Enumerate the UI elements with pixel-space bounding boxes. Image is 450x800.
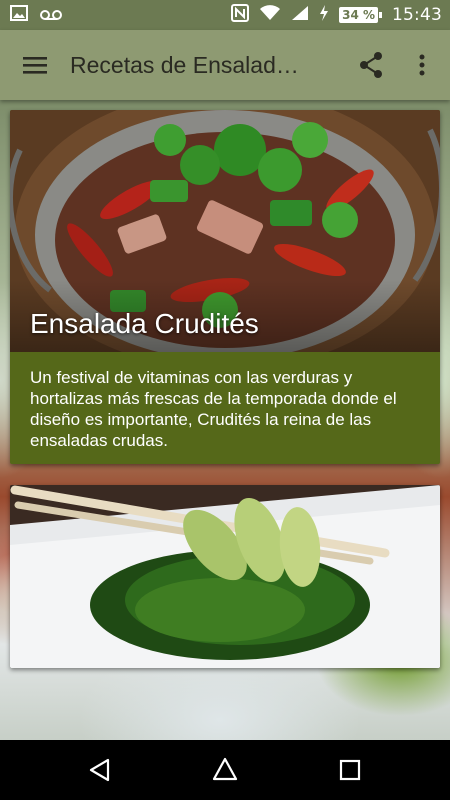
wifi-icon	[259, 5, 281, 25]
recents-icon[interactable]	[320, 740, 380, 800]
charging-icon	[319, 5, 329, 25]
battery-icon: 34 %	[339, 7, 382, 23]
page-title: Recetas de Ensalad…	[70, 51, 299, 78]
recipe-title: Ensalada Crudités	[30, 308, 259, 339]
voicemail-icon	[40, 6, 62, 25]
clock: 15:43	[392, 5, 442, 25]
navigation-bar	[0, 740, 450, 800]
nfc-icon	[231, 4, 250, 26]
recipe-description: Un festival de vitaminas con las verdura…	[30, 368, 397, 450]
status-bar: 34 % 15:43	[0, 0, 450, 30]
recipe-card[interactable]: Ensalada Crudités Un festival de vitamin…	[10, 110, 440, 464]
share-icon[interactable]	[350, 30, 392, 100]
more-vert-icon[interactable]	[404, 30, 440, 100]
image-icon	[10, 5, 28, 25]
recipe-photo	[10, 485, 440, 668]
menu-icon[interactable]	[0, 30, 70, 100]
back-icon[interactable]	[70, 740, 130, 800]
signal-icon	[291, 5, 309, 25]
home-icon[interactable]	[195, 740, 255, 800]
recipe-card[interactable]	[10, 485, 440, 668]
app-bar: Recetas de Ensalad…	[0, 30, 450, 100]
battery-percent: 34 %	[339, 7, 378, 23]
